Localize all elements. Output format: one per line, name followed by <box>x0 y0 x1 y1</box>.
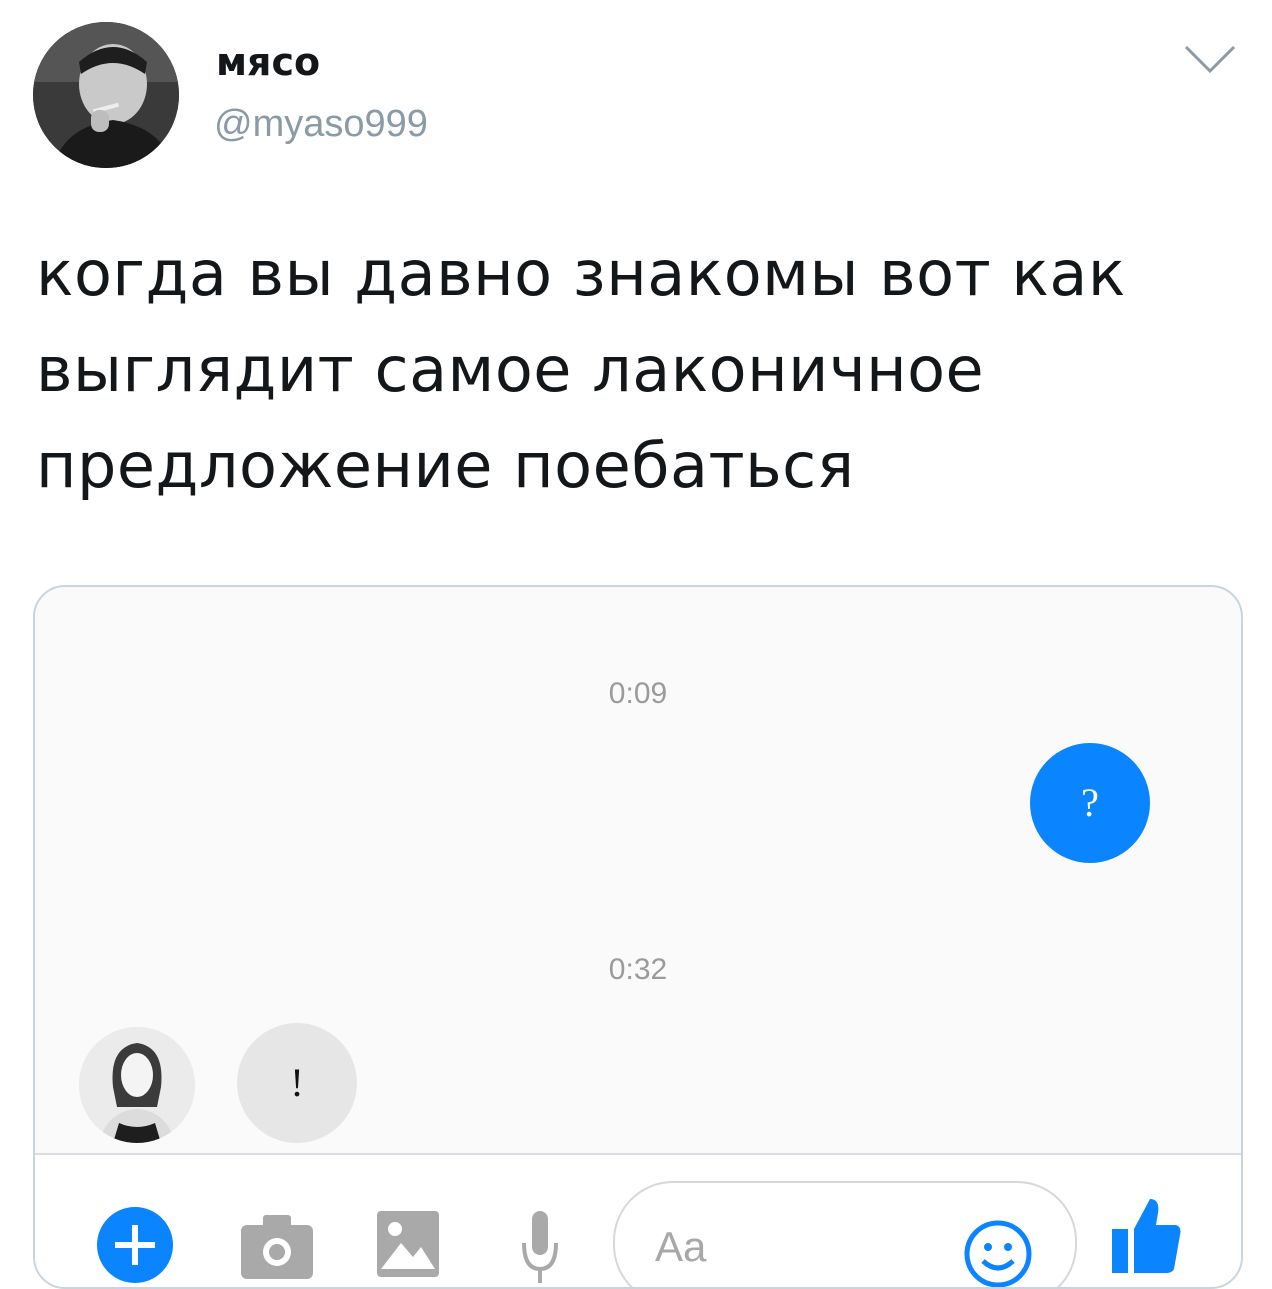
thumbs-up-icon[interactable] <box>1110 1195 1182 1275</box>
microphone-icon[interactable] <box>520 1209 560 1285</box>
tweet-text-line: когда вы давно знакомы вот как <box>36 237 1126 310</box>
chevron-down-icon[interactable] <box>1183 44 1237 74</box>
message-composer: Aa <box>35 1155 1241 1289</box>
tweet-text-line: выглядит самое лаконичное <box>36 333 985 406</box>
camera-icon[interactable] <box>239 1211 315 1281</box>
display-name[interactable]: мясо <box>216 40 320 84</box>
tweet-text: когда вы давно знакомы вот как выглядит … <box>36 226 1236 514</box>
contact-avatar <box>79 1027 195 1143</box>
outgoing-message-bubble: ? <box>1030 743 1150 863</box>
message-timestamp: 0:32 <box>608 953 668 986</box>
gallery-icon[interactable] <box>375 1209 441 1279</box>
user-handle[interactable]: @myaso999 <box>214 103 428 146</box>
message-timestamp: 0:09 <box>608 677 668 710</box>
message-input-placeholder: Aa <box>655 1223 707 1270</box>
attached-image[interactable]: 0:09 ? 0:32 ! Aa <box>33 585 1243 1289</box>
author-avatar[interactable] <box>33 22 179 168</box>
tweet-text-line: предложение поебаться <box>36 429 855 502</box>
incoming-message-bubble: ! <box>237 1023 357 1143</box>
emoji-icon[interactable] <box>963 1219 1033 1289</box>
plus-icon[interactable] <box>95 1205 175 1285</box>
message-input[interactable]: Aa <box>613 1181 1077 1289</box>
